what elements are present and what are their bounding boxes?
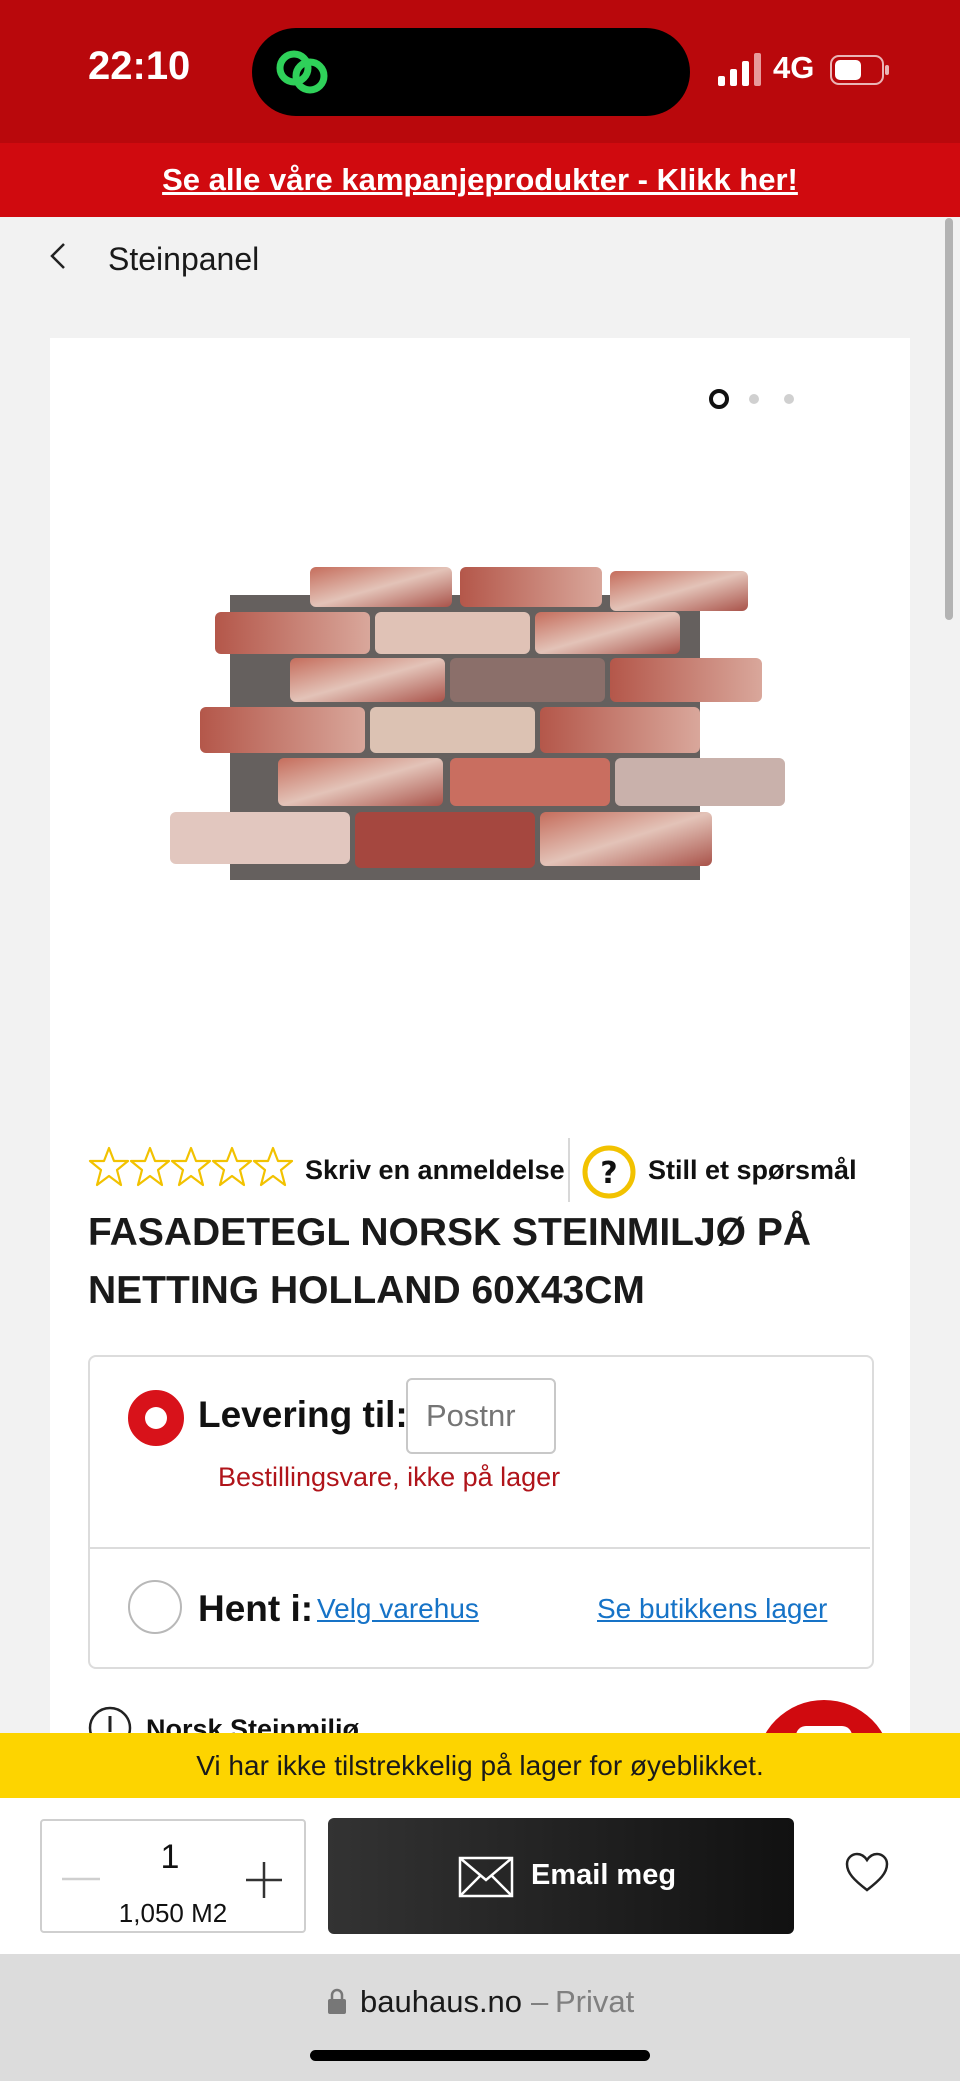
svg-text:?: ? — [600, 1156, 617, 1191]
dynamic-island — [252, 28, 690, 116]
delivery-radio[interactable] — [128, 1390, 184, 1446]
signal-icon — [718, 53, 761, 86]
status-time: 22:10 — [88, 44, 191, 88]
network-type: 4G — [773, 50, 815, 85]
write-review-link[interactable]: Skriv en anmeldelse — [305, 1155, 565, 1186]
heart-icon[interactable] — [844, 1852, 890, 1894]
scrollbar[interactable] — [945, 218, 953, 620]
choose-store-link[interactable]: Velg varehus — [317, 1593, 479, 1625]
stock-status-note: Bestillingsvare, ikke på lager — [218, 1462, 561, 1492]
store-stock-link[interactable]: Se butikkens lager — [597, 1593, 827, 1625]
link-app-icon — [276, 50, 328, 94]
mail-icon — [458, 1856, 514, 1898]
product-title: FASADETEGL NORSK STEINMILJØ PÅ NETTING H… — [88, 1204, 868, 1320]
battery-icon — [830, 55, 889, 85]
quantity-value[interactable]: 1 — [150, 1838, 190, 1877]
product-image[interactable] — [160, 555, 800, 885]
campaign-link[interactable]: Se alle våre kampanjeprodukter - Klikk h… — [162, 162, 798, 197]
plus-icon[interactable] — [244, 1860, 284, 1900]
rating-stars[interactable] — [88, 1146, 296, 1188]
product-title-line2: NETTING HOLLAND 60X43CM — [88, 1269, 645, 1312]
quantity-unit-amount: 1,050 M2 — [118, 1898, 228, 1928]
email-me-label: Email meg — [531, 1859, 677, 1891]
stock-notice-banner: Vi har ikke tilstrekkelig på lager for ø… — [0, 1733, 960, 1798]
lock-icon — [328, 1988, 346, 2014]
browsing-mode: Privat — [555, 1984, 635, 2019]
delivery-label: Levering til: — [198, 1394, 408, 1435]
delivery-divider — [90, 1547, 870, 1549]
minus-icon[interactable] — [60, 1862, 102, 1896]
pickup-label: Hent i: — [198, 1588, 314, 1629]
product-title-line1: FASADETEGL NORSK STEINMILJØ PÅ — [88, 1211, 812, 1254]
breadcrumb-label[interactable]: Steinpanel — [108, 241, 259, 278]
url-separator: – — [531, 1984, 549, 2019]
question-icon[interactable]: ? — [582, 1145, 636, 1199]
ask-question-link[interactable]: Still et spørsmål — [648, 1155, 857, 1186]
campaign-banner: Se alle våre kampanjeprodukter - Klikk h… — [0, 143, 960, 217]
postnr-input[interactable] — [406, 1378, 556, 1454]
chevron-left-icon[interactable] — [46, 240, 70, 272]
rating-divider — [568, 1138, 570, 1202]
home-indicator[interactable] — [310, 2050, 650, 2061]
url-text[interactable]: bauhaus.no — [360, 1984, 522, 2020]
pickup-radio[interactable] — [128, 1580, 182, 1634]
gallery-dots[interactable] — [708, 388, 800, 412]
